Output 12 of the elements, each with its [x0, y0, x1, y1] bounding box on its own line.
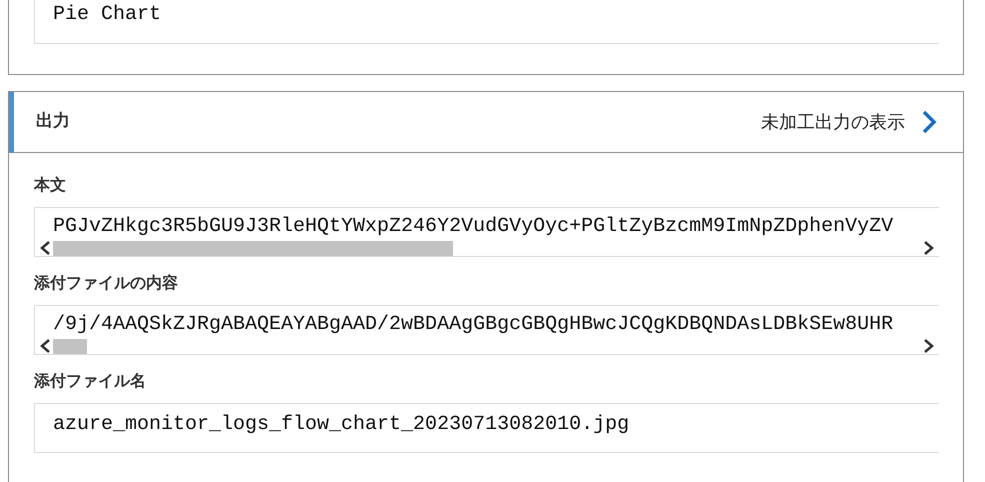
field-label: 添付ファイル名 — [34, 370, 147, 392]
text-field[interactable]: azure_monitor_logs_flow_chart_20230713082010.jpg — [34, 403, 939, 453]
raw-output-link[interactable]: 未加工出力の表示 — [761, 108, 937, 136]
field-label: 添付ファイルの内容 — [34, 272, 179, 294]
scrollbar-thumb[interactable] — [53, 339, 88, 354]
text-field[interactable]: /9j/4AAQSkZJRgABAQEAYABgAAD/2wBDAAgGBgcGBQgHBwcJCQgKDBQNDAsLDBkSEw8UHR — [34, 305, 939, 355]
text-field[interactable]: Pie Chart — [34, 0, 939, 44]
scrollbar-thumb[interactable] — [53, 241, 454, 256]
field-label: 本文 — [34, 174, 67, 196]
chevron-right-icon — [921, 110, 937, 134]
text-field[interactable]: PGJvZHkgc3R5bGU9J3RleHQtYWxpZ246Y2VudGVyOyc+PGltZyBzcmM9ImNpZDphenVyZV — [34, 207, 939, 257]
panel-title: 出力 — [36, 110, 70, 134]
